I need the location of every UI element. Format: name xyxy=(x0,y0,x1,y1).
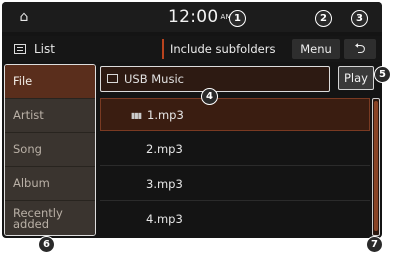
category-song[interactable]: Song xyxy=(5,133,95,167)
category-artist[interactable]: Artist xyxy=(5,99,95,133)
file-name: 3.mp3 xyxy=(146,177,183,191)
media-screen: ⌂ 12:00 AM List Include subfolders Menu ⮌… xyxy=(2,2,382,238)
file-list: ▮▮▮ 1.mp3 2.mp3 3.mp3 4.mp3 xyxy=(100,98,370,238)
scroll-thumb[interactable] xyxy=(374,101,378,231)
folder-icon xyxy=(107,74,118,83)
list-title-label: List xyxy=(34,42,55,56)
list-title: List xyxy=(14,36,55,62)
screen: ⌂ 12:00 AM List Include subfolders Menu ⮌… xyxy=(0,0,393,256)
folder-path-button[interactable]: USB Music xyxy=(100,66,330,92)
menu-button[interactable]: Menu xyxy=(292,39,340,59)
file-name: 2.mp3 xyxy=(146,142,183,156)
category-panel: File Artist Song Album Recently added xyxy=(4,64,96,236)
home-icon: ⌂ xyxy=(19,9,29,25)
play-button[interactable]: Play xyxy=(338,66,374,90)
home-button[interactable]: ⌂ xyxy=(10,7,38,27)
back-arrow-icon: ⮌ xyxy=(354,41,366,57)
clock: 12:00 AM xyxy=(168,5,232,29)
file-name: 4.mp3 xyxy=(146,212,183,226)
category-file[interactable]: File xyxy=(5,65,95,99)
callout-1: 1 xyxy=(229,10,246,27)
callout-6: 6 xyxy=(38,236,55,253)
list-item[interactable]: ▮▮▮ 1.mp3 xyxy=(100,98,370,131)
callout-7: 7 xyxy=(366,236,383,253)
callout-3: 3 xyxy=(351,10,368,27)
callout-5: 5 xyxy=(374,66,391,83)
category-album[interactable]: Album xyxy=(5,167,95,201)
back-button[interactable]: ⮌ xyxy=(344,39,376,59)
clock-time: 12:00 xyxy=(168,7,219,27)
list-item[interactable]: 3.mp3 xyxy=(100,168,370,201)
list-item[interactable]: 2.mp3 xyxy=(100,133,370,166)
folder-name: USB Music xyxy=(124,72,184,86)
list-icon xyxy=(14,44,26,54)
now-playing-icon: ▮▮▮ xyxy=(131,111,142,120)
category-recently-added[interactable]: Recently added xyxy=(5,201,95,235)
scrollbar[interactable] xyxy=(372,98,380,236)
file-name: 1.mp3 xyxy=(147,108,184,122)
callout-2: 2 xyxy=(315,10,332,27)
include-subfolders-button[interactable]: Include subfolders xyxy=(162,39,281,59)
list-item[interactable]: 4.mp3 xyxy=(100,203,370,236)
list-header: List Include subfolders Menu ⮌ xyxy=(2,36,382,62)
callout-4: 4 xyxy=(201,88,218,105)
